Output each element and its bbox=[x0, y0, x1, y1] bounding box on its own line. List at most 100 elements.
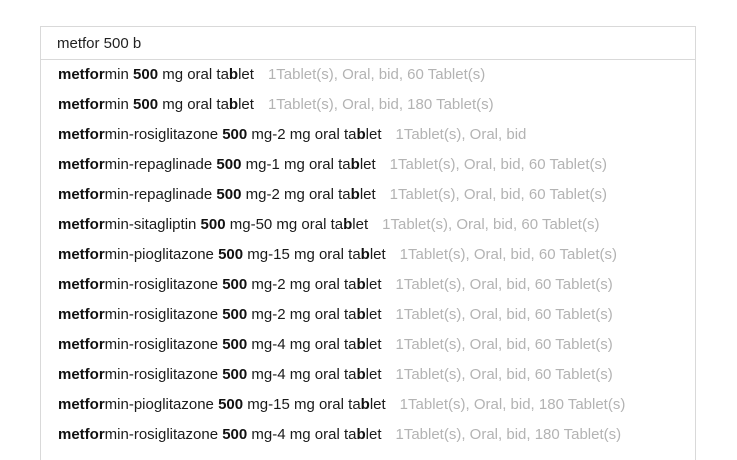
suggestion-drug-name: metformin 500 mg oral tablet bbox=[58, 66, 254, 83]
suggestion-item[interactable]: metformin-rosiglitazone 500 mg-4 mg oral… bbox=[41, 360, 695, 390]
suggestion-sig-details: 1Tablet(s), Oral, bid, 60 Tablet(s) bbox=[399, 246, 617, 263]
suggestion-item[interactable]: metformin 500 mg oral tablet 1Tablet(s), … bbox=[41, 60, 695, 90]
suggestion-sig-details: 1Tablet(s), Oral, bid, 60 Tablet(s) bbox=[389, 186, 607, 203]
drug-name-text: mg-15 mg oral ta bbox=[243, 396, 361, 413]
suggestion-drug-name: metformin-sitagliptin 500 mg-50 mg oral … bbox=[58, 216, 368, 233]
suggestion-drug-name: metformin-repaglinade 500 mg-2 mg oral t… bbox=[58, 186, 376, 203]
drug-name-text: min-rosiglitazone bbox=[104, 366, 223, 383]
drug-name-text: let bbox=[352, 216, 369, 233]
matched-text: 500 bbox=[216, 156, 242, 173]
suggestion-item[interactable]: metformin-rosiglitazone 500 mg-4 mg oral… bbox=[41, 330, 695, 360]
suggestion-drug-name: metformin-pioglitazone 500 mg-15 mg oral… bbox=[58, 246, 386, 263]
suggestion-item[interactable]: metformin-rosiglitazone 500 mg-2 mg oral… bbox=[41, 270, 695, 300]
drug-name-text: let bbox=[369, 246, 386, 263]
matched-text: b bbox=[350, 186, 360, 203]
suggestion-drug-name: metformin-rosiglitazone 500 mg-2 mg oral… bbox=[58, 276, 381, 293]
matched-text: 500 bbox=[216, 186, 242, 203]
matched-text: metfor bbox=[58, 396, 105, 413]
suggestion-item[interactable]: metformin-pioglitazone 500 mg-15 mg oral… bbox=[41, 390, 695, 420]
matched-text: metfor bbox=[58, 66, 105, 83]
matched-text: b bbox=[228, 96, 239, 113]
matched-text: 500 bbox=[133, 96, 159, 113]
suggestion-item[interactable]: metformin-rosiglitazone 500 mg-2 mg oral… bbox=[41, 300, 695, 330]
matched-text: metfor bbox=[58, 216, 105, 233]
suggestion-item[interactable]: metformin-rosiglitazone 500 mg-2 mg oral… bbox=[41, 120, 695, 150]
medication-search-input[interactable] bbox=[41, 27, 695, 59]
drug-name-text: mg-15 mg oral ta bbox=[243, 246, 361, 263]
drug-name-text: min bbox=[104, 66, 134, 83]
drug-name-text: min-rosiglitazone bbox=[104, 306, 223, 323]
matched-text: metfor bbox=[58, 126, 105, 143]
drug-name-text: mg-4 mg oral ta bbox=[247, 366, 357, 383]
matched-text: metfor bbox=[58, 156, 105, 173]
matched-text: 500 bbox=[222, 426, 248, 443]
matched-text: b bbox=[356, 126, 366, 143]
matched-text: b bbox=[360, 246, 370, 263]
matched-text: 500 bbox=[222, 336, 248, 353]
drug-name-text: min-repaglinade bbox=[104, 156, 217, 173]
matched-text: metfor bbox=[58, 426, 105, 443]
drug-name-text: mg-4 mg oral ta bbox=[247, 336, 357, 353]
suggestion-sig-details: 1Tablet(s), Oral, bid, 60 Tablet(s) bbox=[395, 276, 613, 293]
matched-text: metfor bbox=[58, 246, 105, 263]
matched-text: b bbox=[343, 216, 353, 233]
drug-name-text: mg oral ta bbox=[158, 96, 229, 113]
suggestion-sig-details: 1Tablet(s), Oral, bid, 60 Tablet(s) bbox=[395, 306, 613, 323]
drug-name-text: mg-2 mg oral ta bbox=[241, 186, 351, 203]
drug-name-text: mg-1 mg oral ta bbox=[241, 156, 351, 173]
matched-text: metfor bbox=[58, 276, 105, 293]
drug-name-text: mg-50 mg oral ta bbox=[225, 216, 344, 233]
suggestion-item[interactable]: metformin-repaglinade 500 mg-2 mg oral t… bbox=[41, 180, 695, 210]
matched-text: b bbox=[350, 156, 360, 173]
matched-text: 500 bbox=[222, 126, 248, 143]
drug-name-text: let bbox=[365, 276, 382, 293]
matched-text: 500 bbox=[222, 306, 248, 323]
suggestion-sig-details: 1Tablet(s), Oral, bid, 60 Tablet(s) bbox=[267, 66, 486, 83]
matched-text: b bbox=[356, 306, 366, 323]
drug-name-text: mg-2 mg oral ta bbox=[247, 306, 357, 323]
suggestion-drug-name: metformin-rosiglitazone 500 mg-4 mg oral… bbox=[58, 336, 381, 353]
matched-text: metfor bbox=[58, 366, 105, 383]
matched-text: b bbox=[360, 396, 370, 413]
matched-text: 500 bbox=[218, 396, 244, 413]
drug-name-text: min-rosiglitazone bbox=[104, 426, 223, 443]
suggestion-drug-name: metformin-pioglitazone 500 mg-15 mg oral… bbox=[58, 396, 386, 413]
drug-name-text: min-repaglinade bbox=[104, 186, 217, 203]
suggestion-item[interactable]: metformin-rosiglitazone 500 mg-4 mg oral… bbox=[41, 420, 695, 450]
matched-text: metfor bbox=[58, 186, 105, 203]
matched-text: 500 bbox=[200, 216, 226, 233]
suggestion-drug-name: metformin-rosiglitazone 500 mg-2 mg oral… bbox=[58, 126, 381, 143]
drug-name-text: let bbox=[369, 396, 386, 413]
drug-name-text: mg-2 mg oral ta bbox=[247, 126, 357, 143]
matched-text: metfor bbox=[58, 306, 105, 323]
matched-text: metfor bbox=[58, 96, 105, 113]
suggestion-drug-name: metformin-repaglinade 500 mg-1 mg oral t… bbox=[58, 156, 376, 173]
suggestion-item[interactable]: metformin-pioglitazone 500 mg-15 mg oral… bbox=[41, 240, 695, 270]
matched-text: 500 bbox=[222, 276, 248, 293]
matched-text: b bbox=[228, 66, 239, 83]
drug-name-text: min-pioglitazone bbox=[104, 246, 219, 263]
drug-name-text: mg-4 mg oral ta bbox=[247, 426, 357, 443]
matched-text: b bbox=[356, 276, 366, 293]
drug-name-text: let bbox=[365, 426, 382, 443]
suggestion-sig-details: 1Tablet(s), Oral, bid, 60 Tablet(s) bbox=[395, 366, 613, 383]
suggestion-sig-details: 1Tablet(s), Oral, bid, 60 Tablet(s) bbox=[395, 336, 613, 353]
suggestion-drug-name: metformin-rosiglitazone 500 mg-4 mg oral… bbox=[58, 366, 381, 383]
drug-name-text: mg oral ta bbox=[158, 66, 229, 83]
drug-name-text: let bbox=[365, 126, 382, 143]
suggestion-sig-details: 1Tablet(s), Oral, bid bbox=[395, 126, 527, 143]
drug-name-text: min-rosiglitazone bbox=[104, 336, 223, 353]
drug-name-text: min bbox=[104, 96, 134, 113]
suggestion-drug-name: metformin 500 mg oral tablet bbox=[58, 96, 254, 113]
suggestion-item[interactable]: metformin-repaglinade 500 mg-1 mg oral t… bbox=[41, 150, 695, 180]
suggestion-item[interactable]: metformin-sitagliptin 500 mg-50 mg oral … bbox=[41, 210, 695, 240]
matched-text: 500 bbox=[133, 66, 159, 83]
drug-name-text: min-rosiglitazone bbox=[104, 276, 223, 293]
drug-name-text: mg-2 mg oral ta bbox=[247, 276, 357, 293]
suggestion-item[interactable]: metformin 500 mg oral tablet 1Tablet(s), … bbox=[41, 90, 695, 120]
matched-text: b bbox=[356, 366, 366, 383]
suggestion-drug-name: metformin-rosiglitazone 500 mg-4 mg oral… bbox=[58, 426, 381, 443]
suggestion-sig-details: 1Tablet(s), Oral, bid, 180 Tablet(s) bbox=[267, 96, 494, 113]
matched-text: 500 bbox=[218, 246, 244, 263]
suggestion-sig-details: 1Tablet(s), Oral, bid, 60 Tablet(s) bbox=[382, 216, 600, 233]
